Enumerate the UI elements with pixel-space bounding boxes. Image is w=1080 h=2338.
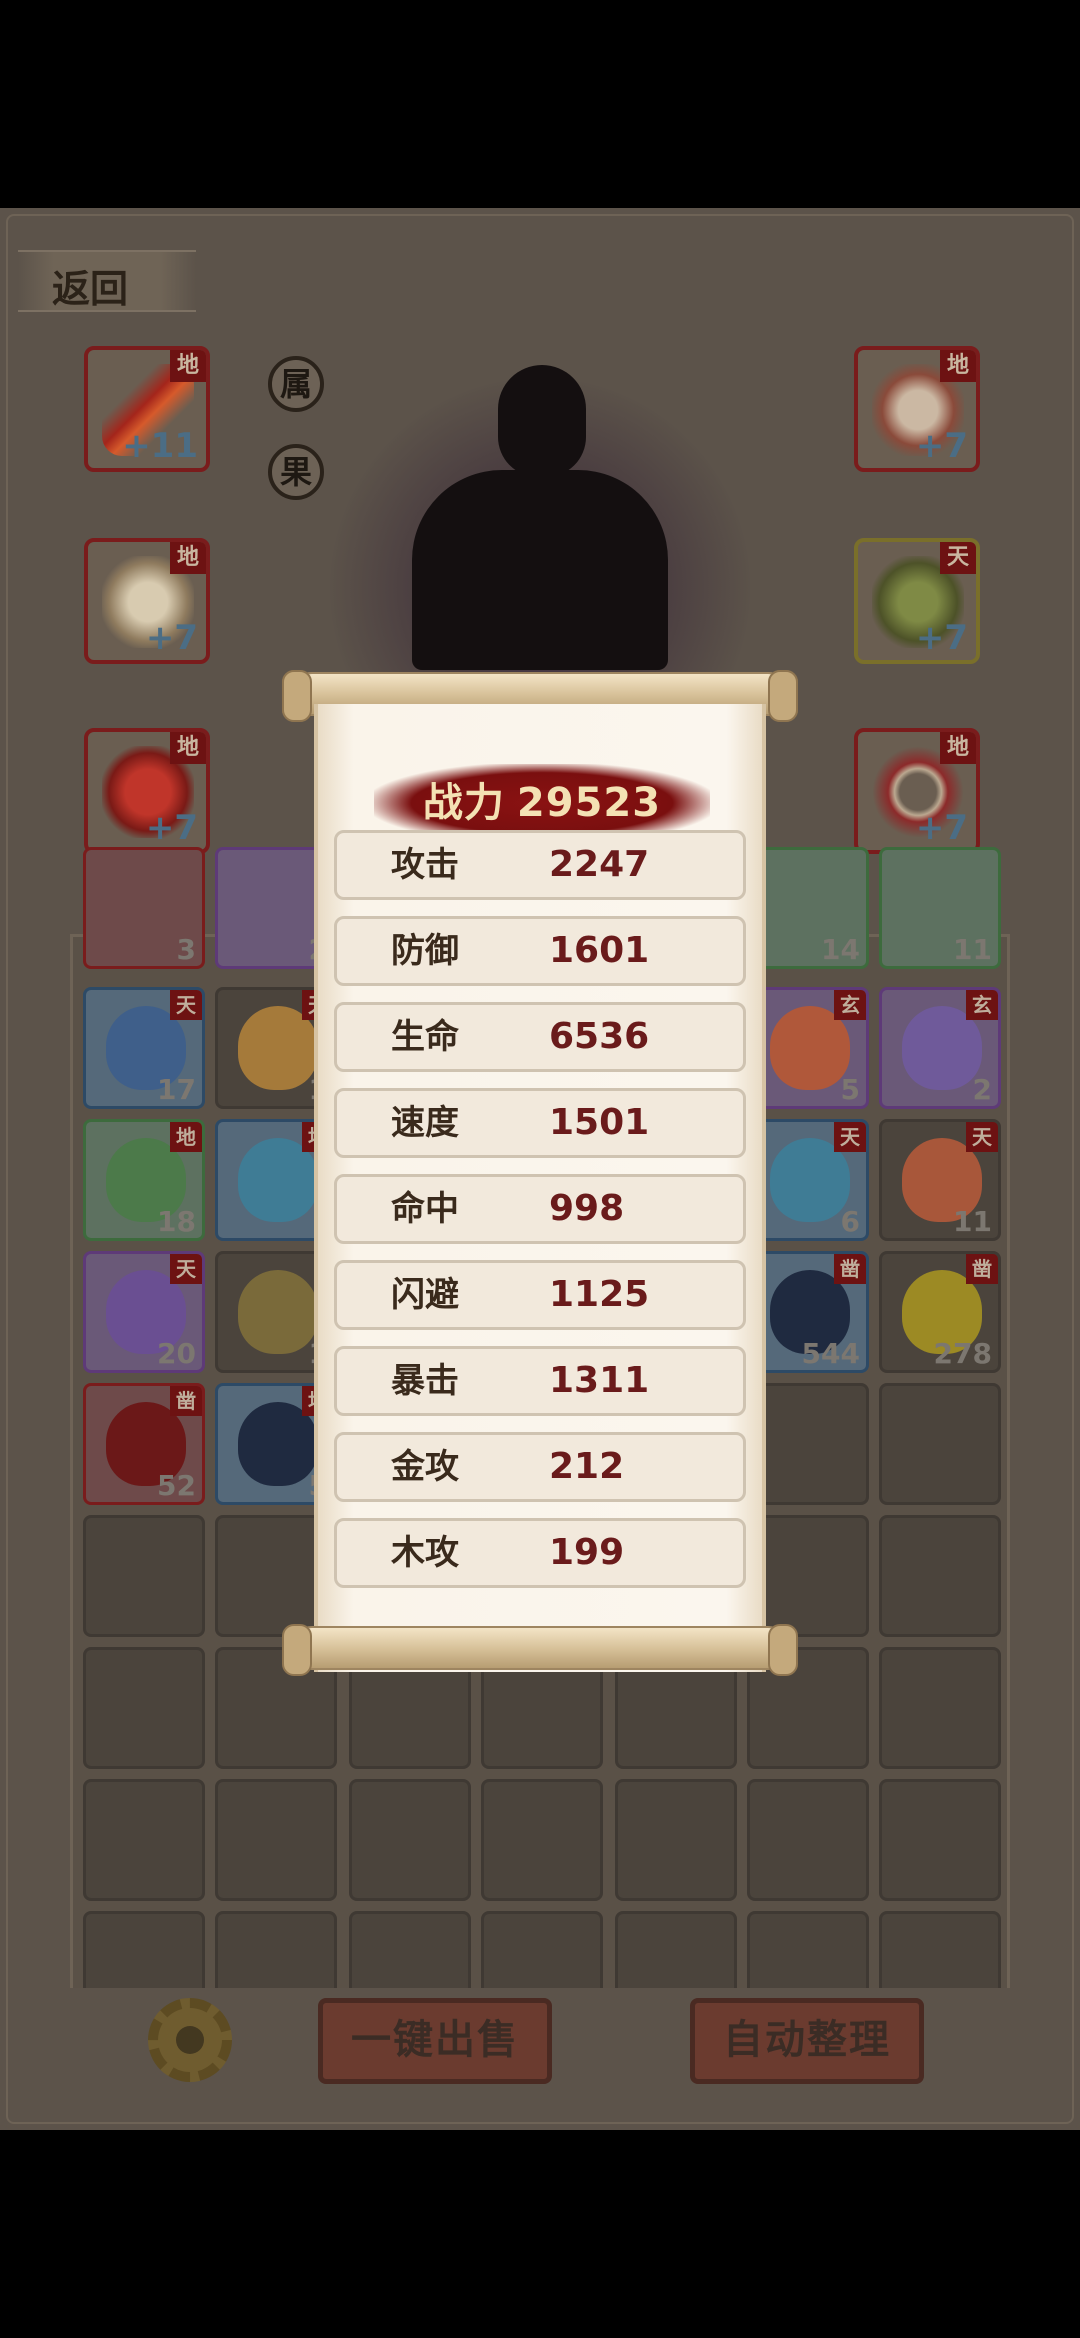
equip-slot-armor[interactable]: 地 +7 xyxy=(854,346,980,472)
inventory-empty-slot[interactable] xyxy=(215,1779,337,1901)
auto-sort-button[interactable]: 自动整理 xyxy=(690,1998,924,2084)
character-silhouette-head xyxy=(498,365,586,477)
sell-all-button[interactable]: 一键出售 xyxy=(318,1998,552,2084)
tier-tag: 地 xyxy=(170,732,206,764)
inventory-item[interactable]: 天 11 xyxy=(879,1119,1001,1241)
inventory-empty-slot[interactable] xyxy=(879,1647,1001,1769)
equip-slot-weapon[interactable]: 地 +11 xyxy=(84,346,210,472)
inventory-item[interactable]: 3 xyxy=(83,847,205,969)
stat-row-accuracy: 命中 998 xyxy=(334,1174,746,1244)
equip-slot-amulet[interactable]: 地 +7 xyxy=(84,728,210,854)
inventory-empty-slot[interactable] xyxy=(747,1779,869,1901)
enhance-level: +7 xyxy=(145,618,198,658)
inventory-empty-slot[interactable] xyxy=(83,1515,205,1637)
tier-tag: 地 xyxy=(170,350,206,382)
back-label: 返回 xyxy=(52,267,129,311)
character-silhouette-body xyxy=(412,470,668,670)
bottom-toolbar: 一键出售 自动整理 xyxy=(70,1988,1010,2108)
enhance-level: +7 xyxy=(145,808,198,848)
tier-tag: 天 xyxy=(940,542,976,574)
stat-row-speed: 速度 1501 xyxy=(334,1088,746,1158)
fruit-button[interactable]: 果 xyxy=(268,444,324,500)
tier-tag: 地 xyxy=(940,350,976,382)
stat-row-crit: 暴击 1311 xyxy=(334,1346,746,1416)
inventory-item[interactable]: 玄 2 xyxy=(879,987,1001,1109)
equip-slot-scroll[interactable]: 地 +7 xyxy=(84,538,210,664)
stat-row-hp: 生命 6536 xyxy=(334,1002,746,1072)
stat-row-wood-attack: 木攻 199 xyxy=(334,1518,746,1588)
inventory-empty-slot[interactable] xyxy=(615,1779,737,1901)
stat-row-dodge: 闪避 1125 xyxy=(334,1260,746,1330)
stat-row-metal-attack: 金攻 212 xyxy=(334,1432,746,1502)
item-icon xyxy=(238,1270,318,1354)
inventory-item[interactable]: 凿 278 xyxy=(879,1251,1001,1373)
enhance-level: +7 xyxy=(915,426,968,466)
combat-power-value: 29523 xyxy=(516,780,662,826)
inventory-empty-slot[interactable] xyxy=(349,1779,471,1901)
equip-slot-ring[interactable]: 地 +7 xyxy=(854,728,980,854)
attribute-button[interactable]: 属 xyxy=(268,356,324,412)
tier-tag: 地 xyxy=(170,542,206,574)
inventory-empty-slot[interactable] xyxy=(83,1647,205,1769)
inventory-empty-slot[interactable] xyxy=(879,1515,1001,1637)
enhance-level: +7 xyxy=(915,618,968,658)
inventory-item[interactable]: 地 18 xyxy=(83,1119,205,1241)
inventory-empty-slot[interactable] xyxy=(83,1779,205,1901)
enhance-level: +11 xyxy=(122,426,198,466)
inventory-empty-slot[interactable] xyxy=(879,1779,1001,1901)
stats-panel: 战力 29523 攻击 2247 防御 1601 生命 6536 速度 1501 … xyxy=(314,704,766,1632)
inventory-item[interactable]: 凿 52 xyxy=(83,1383,205,1505)
combat-power-label: 战力 xyxy=(422,780,505,826)
inventory-item[interactable]: 11 xyxy=(879,847,1001,969)
back-button[interactable]: 返回 xyxy=(18,250,196,312)
gear-icon[interactable] xyxy=(148,1998,232,2082)
tier-tag: 地 xyxy=(940,732,976,764)
enhance-level: +7 xyxy=(915,808,968,848)
equip-slot-beast[interactable]: 天 +7 xyxy=(854,538,980,664)
inventory-empty-slot[interactable] xyxy=(481,1779,603,1901)
inventory-item[interactable]: 天 20 xyxy=(83,1251,205,1373)
stat-row-defense: 防御 1601 xyxy=(334,916,746,986)
stats-scroll-bottom-rod xyxy=(282,1624,798,1676)
inventory-item[interactable]: 天 17 xyxy=(83,987,205,1109)
inventory-empty-slot[interactable] xyxy=(879,1383,1001,1505)
stat-row-attack: 攻击 2247 xyxy=(334,830,746,900)
